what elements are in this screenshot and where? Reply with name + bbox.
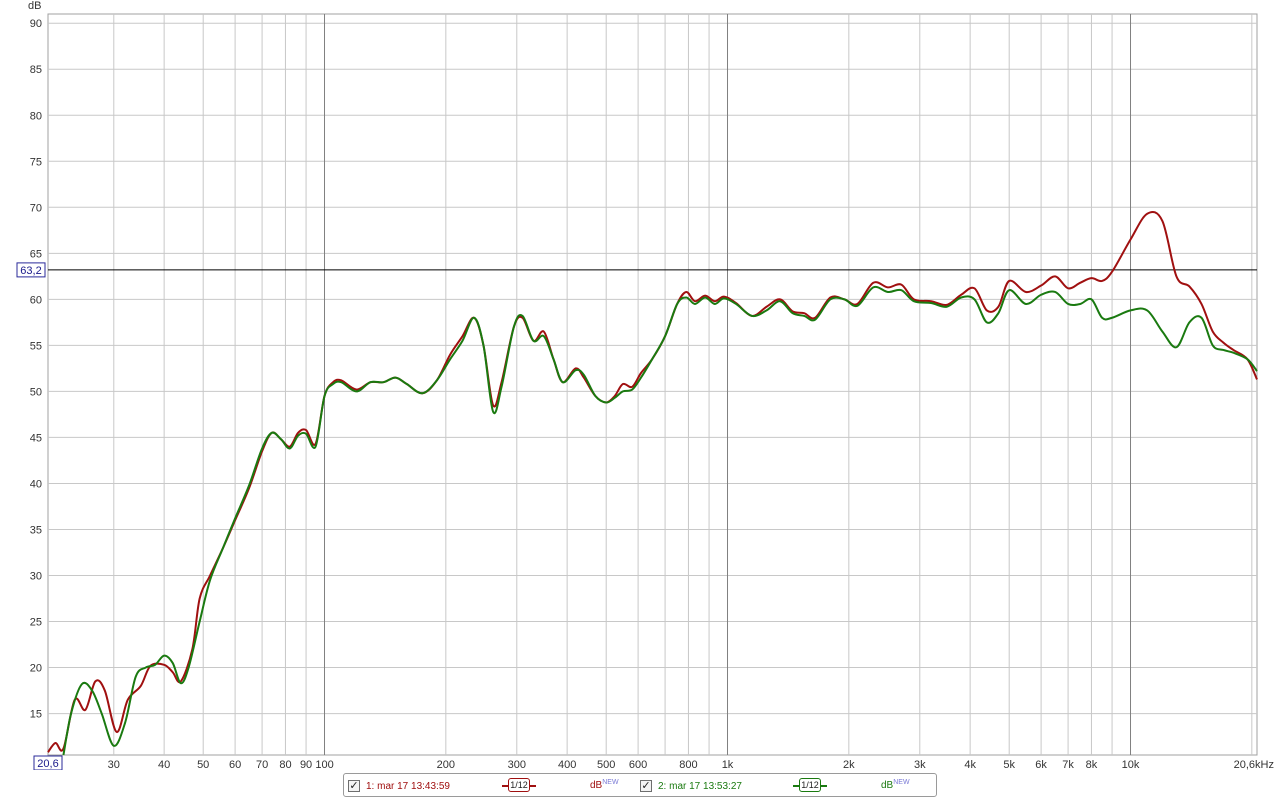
- frequency-response-chart[interactable]: 15 20 25 30 35 40 45 50 55 60 65 70 75 80 85 90 30 40 50 6…: [0, 0, 1280, 770]
- x-tick-label: 10k: [1122, 759, 1140, 770]
- cursor-value-box[interactable]: 63,2: [16, 262, 46, 278]
- x-tick-label: 80: [279, 759, 291, 770]
- y-tick-label: 20: [30, 663, 42, 675]
- x-tick-label: 400: [558, 759, 576, 770]
- legend: ✓ 1: mar 17 13:43:59 1/12 dBNEW ✓ 2: mar…: [343, 773, 937, 797]
- x-tick-label: 200: [437, 759, 455, 770]
- plot-area-background: [47, 13, 1258, 756]
- x-tick-label: 500: [597, 759, 615, 770]
- x-tick-label: 7k: [1062, 759, 1074, 770]
- series-2-label: 2: mar 17 13:53:27: [658, 780, 742, 792]
- x-tick-label: 300: [508, 759, 526, 770]
- x-tick-label: 50: [197, 759, 209, 770]
- y-tick-label: 40: [30, 478, 42, 490]
- x-tick-label: 8k: [1086, 759, 1098, 770]
- x-tick-label: 800: [679, 759, 697, 770]
- legend-item-1[interactable]: ✓ 1: mar 17 13:43:59: [348, 778, 450, 794]
- series-1-unit[interactable]: dBNEW: [590, 779, 619, 791]
- legend-item-2[interactable]: ✓ 2: mar 17 13:53:27: [640, 778, 742, 794]
- x-tick-label: 90: [300, 759, 312, 770]
- series-1-label: 1: mar 17 13:43:59: [366, 780, 450, 792]
- x-tick-label: 3k: [914, 759, 926, 770]
- x-tick-label: 30: [108, 759, 120, 770]
- y-tick-label: 15: [30, 709, 42, 721]
- series-1-checkbox[interactable]: ✓: [348, 780, 360, 792]
- y-tick-label: 85: [30, 64, 42, 76]
- y-tick-label: 70: [30, 202, 42, 214]
- x-tick-label: 100: [315, 759, 333, 770]
- y-axis-unit: dB: [28, 0, 41, 12]
- x-tick-label: 600: [629, 759, 647, 770]
- x-tick-label: 4k: [964, 759, 976, 770]
- x-min-label: 20,6: [37, 758, 58, 770]
- y-tick-label: 30: [30, 571, 42, 583]
- x-axis-ticks: 30 40 50 60 70 80 90 100 200 300 400 500 600 800 1k 2k 3…: [108, 759, 1274, 770]
- y-tick-label: 25: [30, 617, 42, 629]
- series-2-smoothing-button[interactable]: 1/12: [799, 778, 821, 792]
- x-tick-label: 70: [256, 759, 268, 770]
- y-tick-label: 65: [30, 248, 42, 260]
- x-tick-label: 1k: [722, 759, 734, 770]
- y-tick-label: 45: [30, 432, 42, 444]
- y-tick-label: 55: [30, 340, 42, 352]
- cursor-value-label: 63,2: [20, 265, 41, 277]
- x-tick-label: 40: [158, 759, 170, 770]
- y-tick-label: 35: [30, 524, 42, 536]
- series-2-checkbox[interactable]: ✓: [640, 780, 652, 792]
- x-tick-label: 60: [229, 759, 241, 770]
- x-tick-label: 5k: [1003, 759, 1015, 770]
- y-tick-label: 50: [30, 386, 42, 398]
- series-2-unit[interactable]: dBNEW: [881, 779, 910, 791]
- x-tick-label: 6k: [1035, 759, 1047, 770]
- series-1-smoothing-button[interactable]: 1/12: [508, 778, 530, 792]
- y-axis-ticks: 15 20 25 30 35 40 45 50 55 60 65 70 75 80 85 90: [30, 18, 42, 720]
- y-tick-label: 80: [30, 110, 42, 122]
- y-tick-label: 60: [30, 294, 42, 306]
- x-tick-label: 20,6kHz: [1234, 759, 1274, 770]
- x-min-box[interactable]: 20,6: [33, 755, 63, 770]
- y-tick-label: 75: [30, 156, 42, 168]
- x-tick-label: 2k: [843, 759, 855, 770]
- y-tick-label: 90: [30, 18, 42, 30]
